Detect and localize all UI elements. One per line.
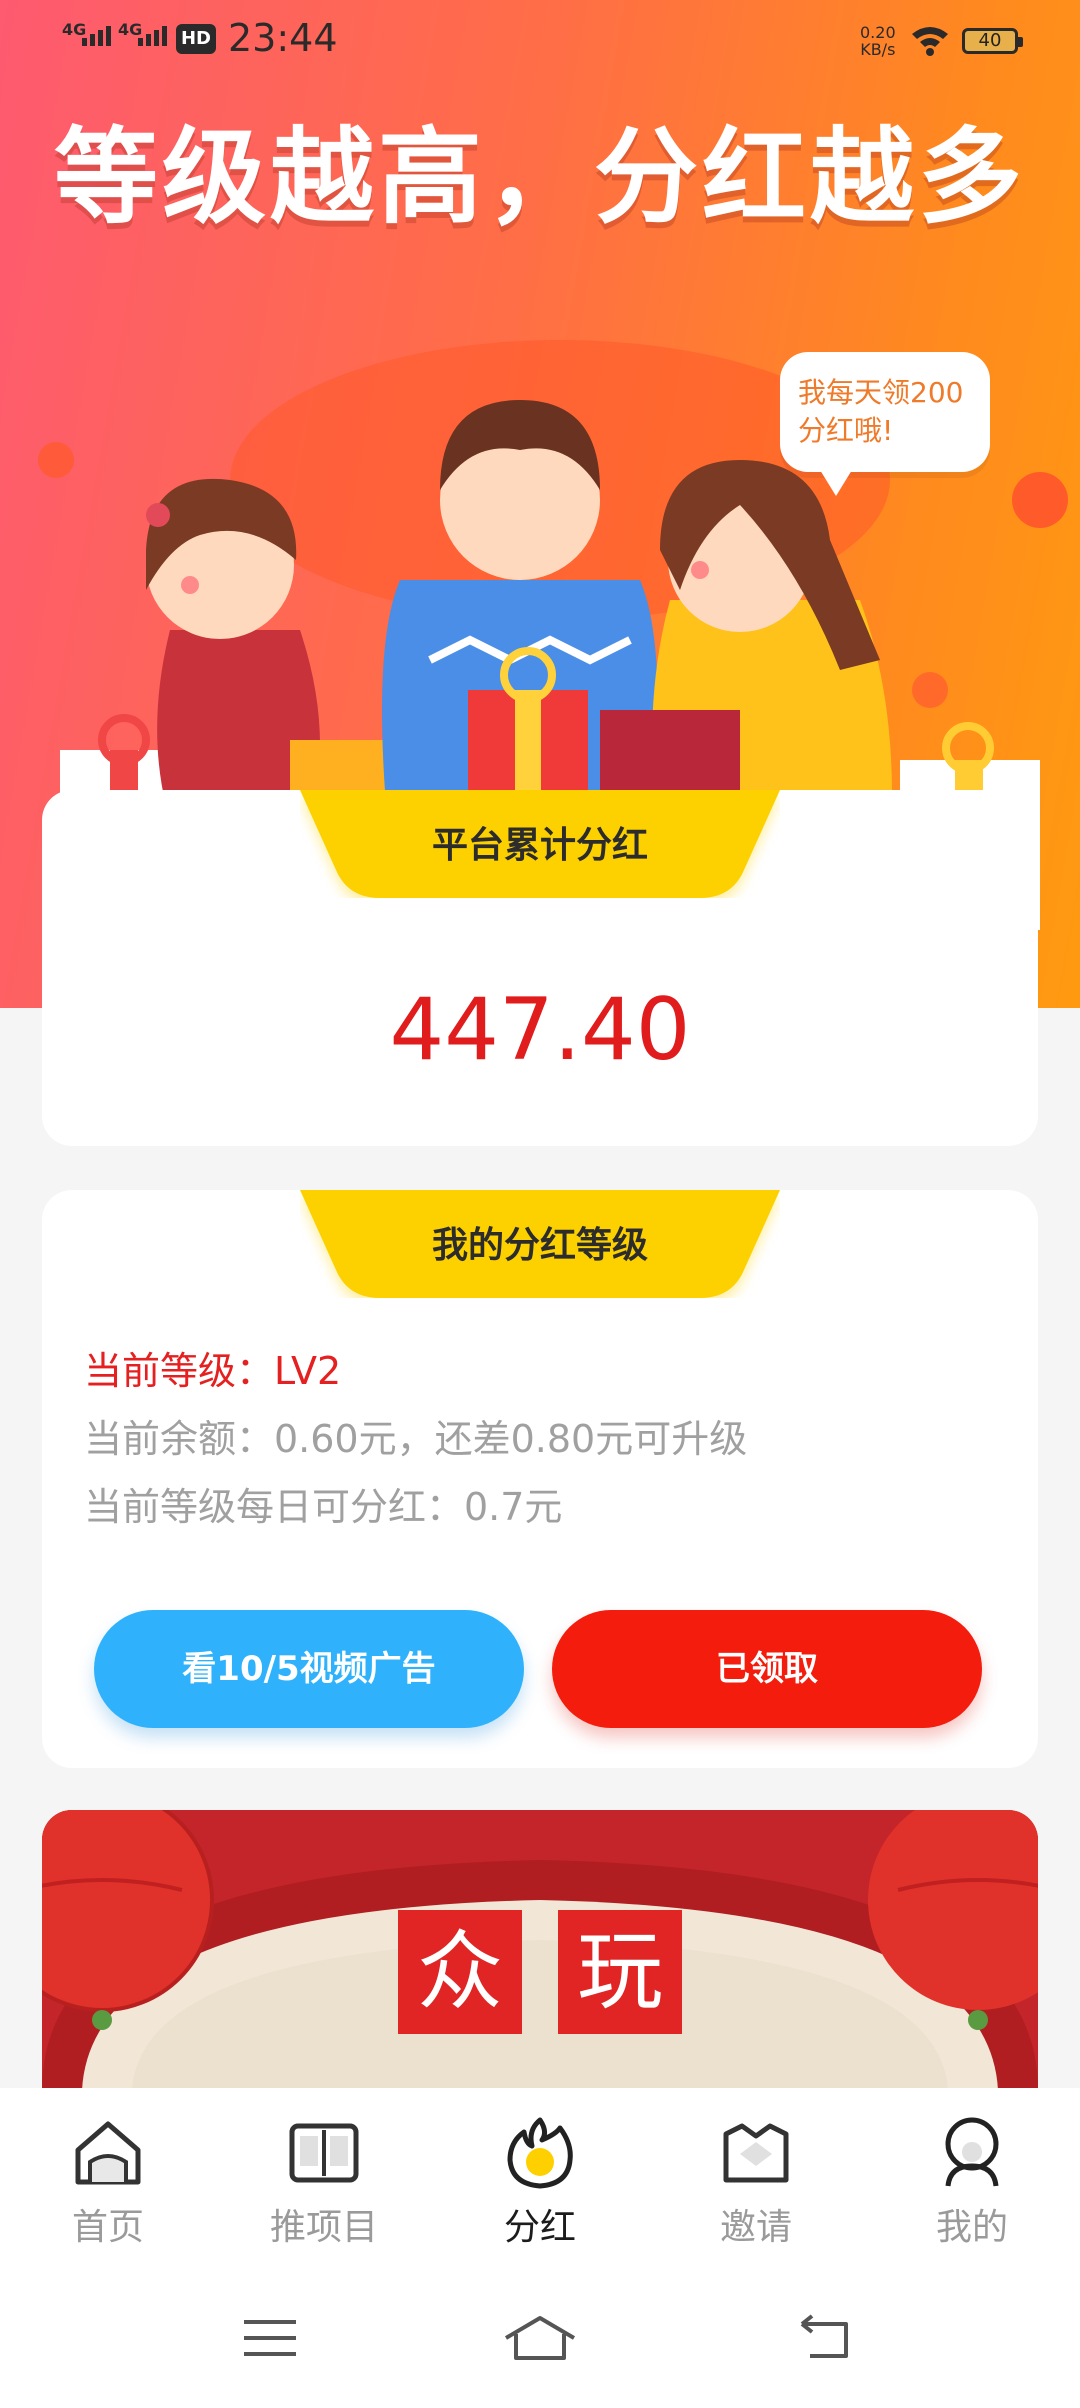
claimed-button[interactable]: 已领取: [552, 1610, 982, 1728]
system-navigation-bar: [0, 2288, 1080, 2408]
nav-label: 推项目: [269, 2207, 378, 2248]
book-icon: [289, 2123, 359, 2183]
nav-label: 首页: [71, 2207, 144, 2248]
nav-dividend[interactable]: 分红: [432, 2114, 648, 2250]
total-dividend-card: 平台累计分红 447.40: [42, 790, 1038, 1146]
stamp-character: 玩: [558, 1910, 682, 2034]
home-system-icon[interactable]: [502, 2312, 578, 2362]
nav-home[interactable]: 首页: [0, 2114, 216, 2250]
speech-bubble: 我每天领200 分红哦!: [780, 352, 990, 496]
hd-voice-badge: HD: [176, 24, 216, 54]
bottom-navigation: 首页 推项目 分红 邀请 我的: [0, 2088, 1080, 2288]
nav-label: 邀请: [719, 2207, 792, 2248]
balance-info: 当前余额：0.60元，还差0.80元可升级: [84, 1417, 748, 1461]
profile-icon: [945, 2117, 999, 2187]
stamp-character: 众: [398, 1910, 522, 2034]
nav-invite[interactable]: 邀请: [648, 2114, 864, 2250]
daily-dividend-info: 当前等级每日可分红：0.7元: [84, 1485, 563, 1529]
signal-icon: [82, 26, 111, 46]
back-icon[interactable]: [794, 2312, 854, 2362]
battery-icon: 40: [962, 28, 1023, 54]
hero-title: 等级越高，分红越多: [53, 116, 1026, 238]
nav-label: 分红: [503, 2207, 576, 2248]
network-speed: 0.20 KB/s: [860, 23, 896, 59]
current-level: 当前等级：LV2: [84, 1349, 342, 1393]
invite-icon: [723, 2123, 789, 2183]
status-time: 23:44: [228, 16, 338, 60]
card-title: 我的分红等级: [431, 1225, 648, 1266]
dividend-level-card: 我的分红等级 当前等级：LV2 当前余额：0.60元，还差0.80元可升级 当前…: [42, 1190, 1038, 1768]
banner-background: [42, 1810, 1038, 2090]
nav-label: 我的: [935, 2207, 1008, 2248]
menu-icon[interactable]: [240, 2316, 300, 2360]
signal-icon: [138, 26, 167, 46]
total-dividend-value: 447.40: [389, 980, 691, 1080]
home-icon: [75, 2121, 141, 2185]
nav-projects[interactable]: 推项目: [216, 2114, 432, 2250]
nav-profile[interactable]: 我的: [864, 2114, 1080, 2250]
watch-video-ad-button[interactable]: 看10/5视频广告: [94, 1610, 524, 1728]
card-header-tab: 平台累计分红: [300, 790, 780, 898]
status-bar: 4G 4G HD 23:44 0.20 KB/s 40: [0, 0, 1080, 80]
card-title: 平台累计分红: [431, 825, 648, 866]
wifi-icon: [912, 27, 948, 56]
promo-banner[interactable]: 众 玩: [42, 1810, 1038, 2090]
card-header-tab: 我的分红等级: [300, 1190, 780, 1298]
flame-icon: [507, 2117, 573, 2189]
